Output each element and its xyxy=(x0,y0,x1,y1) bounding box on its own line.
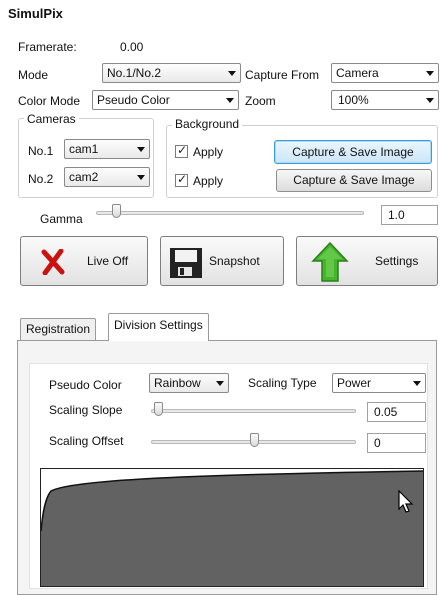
chevron-down-icon xyxy=(137,147,145,152)
green-up-arrow-icon xyxy=(311,241,349,282)
tab-registration[interactable]: Registration xyxy=(20,318,97,341)
scaling-curve-plot xyxy=(40,468,424,587)
capture-save-image-button-2[interactable]: Capture & Save Image xyxy=(276,169,432,192)
cameras-group-title: Cameras xyxy=(24,112,79,126)
zoom-label: Zoom xyxy=(245,94,276,108)
camera-2-value: cam2 xyxy=(69,170,99,184)
capture-save-image-button-1[interactable]: Capture & Save Image xyxy=(274,140,432,164)
chevron-down-icon xyxy=(426,71,434,76)
scaling-slope-value: 0.05 xyxy=(374,405,398,419)
chevron-down-icon xyxy=(226,98,234,103)
capture-from-select[interactable]: Camera xyxy=(331,63,439,83)
mode-label: Mode xyxy=(18,68,49,82)
scaling-offset-label: Scaling Offset xyxy=(49,434,124,448)
capture-from-label: Capture From xyxy=(245,68,320,82)
background-apply-checkbox-2[interactable] xyxy=(175,172,188,187)
pseudo-color-value: Rainbow xyxy=(154,376,201,390)
mode-select-value: No.1/No.2 xyxy=(107,66,162,80)
framerate-label: Framerate: xyxy=(18,40,77,54)
snapshot-label: Snapshot xyxy=(209,254,260,268)
camera-2-select[interactable]: cam2 xyxy=(64,167,150,187)
background-apply-label-1: Apply xyxy=(193,145,224,159)
camera-2-label: No.2 xyxy=(28,172,54,186)
scaling-offset-field[interactable]: 0 xyxy=(367,433,426,453)
division-settings-panel: Pseudo Color Rainbow Scaling Type Power … xyxy=(17,340,437,595)
camera-1-select[interactable]: cam1 xyxy=(64,139,150,159)
gamma-value-field[interactable]: 1.0 xyxy=(381,205,438,225)
red-x-icon xyxy=(41,249,65,275)
color-mode-label: Color Mode xyxy=(18,94,81,108)
scaling-slope-thumb[interactable] xyxy=(154,402,163,416)
scaling-type-label: Scaling Type xyxy=(248,376,317,390)
gamma-slider[interactable] xyxy=(96,211,364,215)
scaling-slope-slider[interactable] xyxy=(151,409,356,413)
camera-1-label: No.1 xyxy=(28,144,54,158)
live-off-button[interactable]: Live Off xyxy=(20,236,148,286)
background-group-title: Background xyxy=(172,117,243,131)
color-mode-value: Pseudo Color xyxy=(97,93,170,107)
mouse-cursor-icon xyxy=(398,490,414,513)
chevron-down-icon xyxy=(413,381,421,386)
capture-from-value: Camera xyxy=(336,66,379,80)
tab-division-settings[interactable]: Division Settings xyxy=(108,313,209,341)
pseudo-color-label: Pseudo Color xyxy=(49,378,122,392)
scaling-type-select[interactable]: Power xyxy=(332,373,426,393)
scaling-type-value: Power xyxy=(337,376,372,390)
gamma-label: Gamma xyxy=(40,212,83,226)
chevron-down-icon xyxy=(426,98,434,103)
color-mode-select[interactable]: Pseudo Color xyxy=(92,90,239,110)
background-apply-label-2: Apply xyxy=(193,174,224,188)
chevron-down-icon xyxy=(216,381,224,386)
scaling-slope-field[interactable]: 0.05 xyxy=(367,402,426,422)
scaling-curve-svg xyxy=(41,469,423,532)
zoom-select[interactable]: 100% xyxy=(331,90,439,110)
settings-button[interactable]: Settings xyxy=(296,236,438,286)
snapshot-button[interactable]: Snapshot xyxy=(160,236,284,286)
live-off-label: Live Off xyxy=(87,254,129,268)
settings-label: Settings xyxy=(375,254,419,268)
zoom-value: 100% xyxy=(338,93,369,107)
chevron-down-icon xyxy=(228,71,236,76)
scaling-slope-label: Scaling Slope xyxy=(49,403,123,417)
floppy-disk-icon xyxy=(170,248,202,278)
camera-1-value: cam1 xyxy=(69,142,99,156)
scaling-offset-value: 0 xyxy=(374,436,381,450)
framerate-value: 0.00 xyxy=(120,40,144,54)
gamma-value: 1.0 xyxy=(388,208,405,222)
pseudo-color-select[interactable]: Rainbow xyxy=(149,373,229,393)
gamma-slider-thumb[interactable] xyxy=(112,204,121,218)
chevron-down-icon xyxy=(137,175,145,180)
scaling-offset-thumb[interactable] xyxy=(250,433,259,447)
background-apply-checkbox-1[interactable] xyxy=(175,143,188,158)
mode-select[interactable]: No.1/No.2 xyxy=(102,63,241,83)
app-title: SimulPix xyxy=(8,6,63,21)
